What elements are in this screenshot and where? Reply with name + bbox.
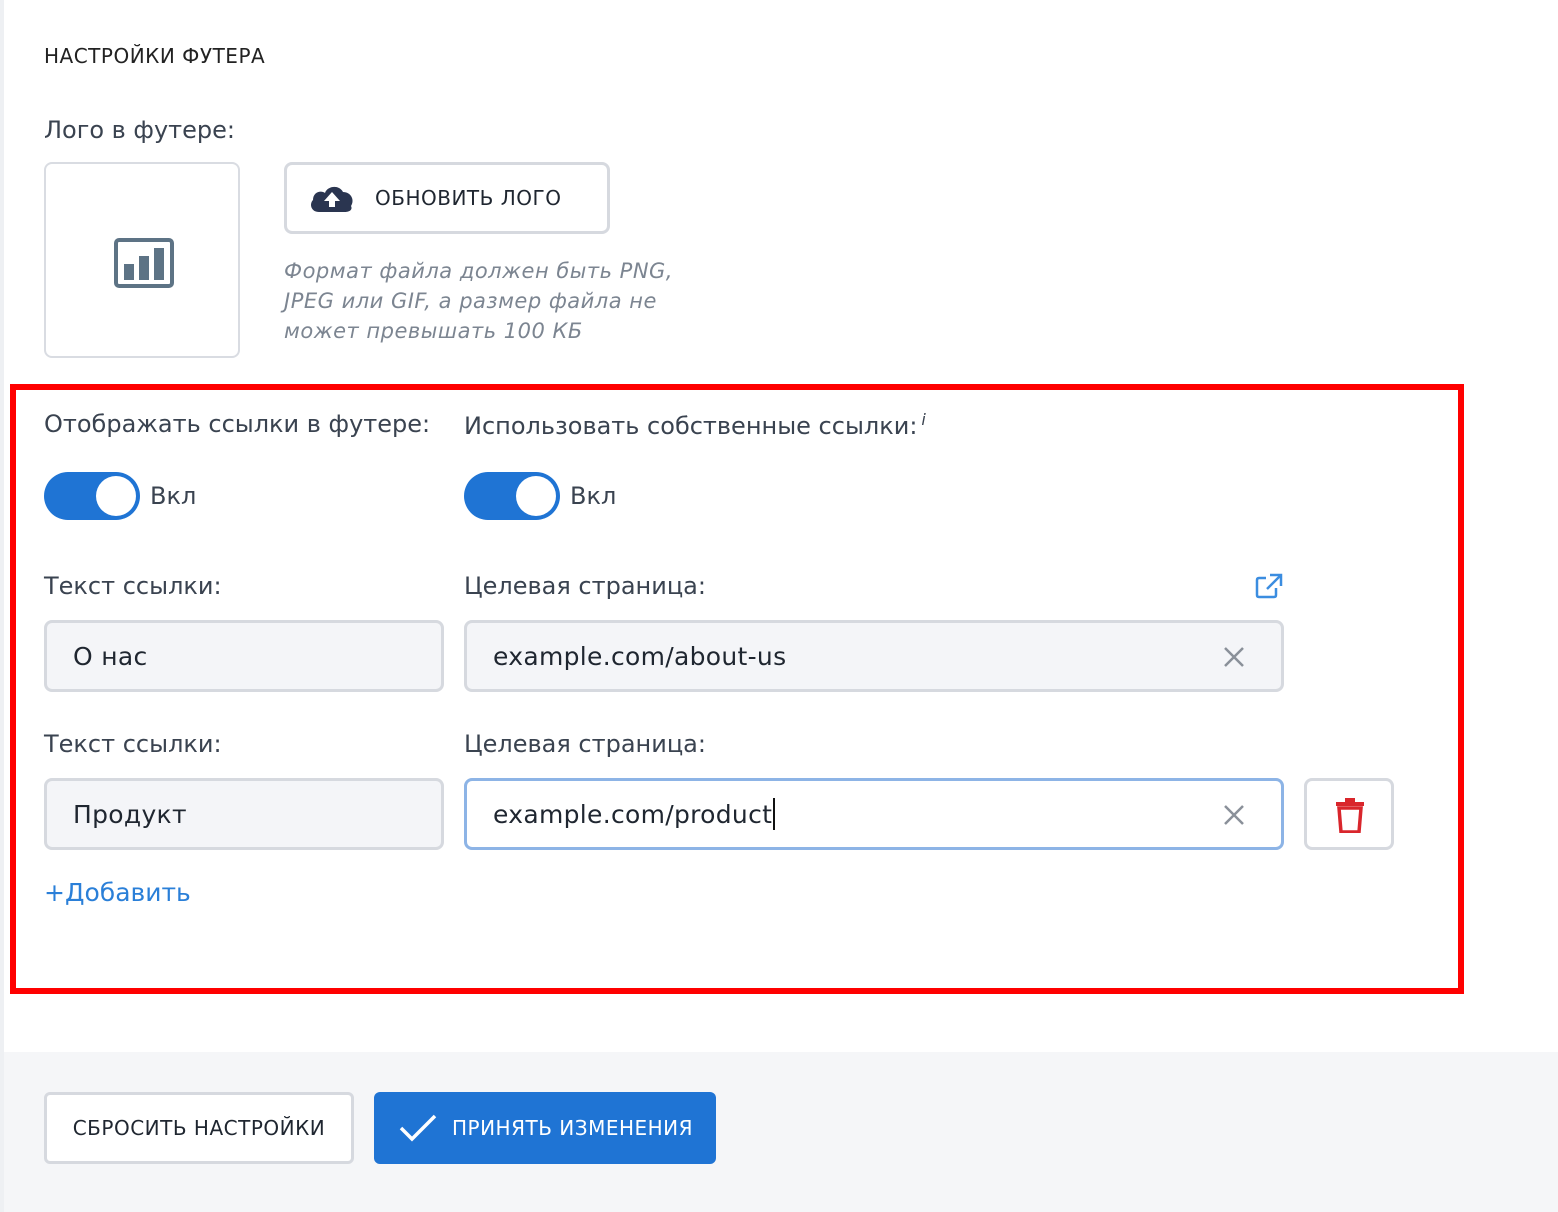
custom-links-label: Использовать собственные ссылки: i xyxy=(464,410,926,440)
custom-links-toggle[interactable] xyxy=(464,472,560,520)
target-page-label: Целевая страница: xyxy=(464,572,706,600)
section-title: НАСТРОЙКИ ФУТЕРА xyxy=(44,44,266,68)
apply-changes-label: ПРИНЯТЬ ИЗМЕНЕНИЯ xyxy=(452,1116,694,1140)
clear-icon[interactable] xyxy=(1223,646,1245,668)
logo-preview xyxy=(44,162,240,358)
target-page-input[interactable]: example.com/about-us xyxy=(464,620,1284,692)
add-link-button[interactable]: +Добавить xyxy=(44,878,191,907)
delete-link-button[interactable] xyxy=(1304,778,1394,850)
left-edge xyxy=(0,0,4,1212)
link-text-value: Продукт xyxy=(73,799,187,829)
apply-changes-button[interactable]: ПРИНЯТЬ ИЗМЕНЕНИЯ xyxy=(374,1092,716,1164)
link-text-label: Текст ссылки: xyxy=(44,730,222,758)
toggle-knob xyxy=(516,476,556,516)
show-links-toggle[interactable] xyxy=(44,472,140,520)
clear-icon[interactable] xyxy=(1223,804,1245,826)
external-link-icon[interactable] xyxy=(1254,572,1284,600)
logo-label: Лого в футере: xyxy=(44,116,235,144)
link-text-label: Текст ссылки: xyxy=(44,572,222,600)
bar-chart-logo-icon xyxy=(114,238,174,288)
target-page-value: example.com/product xyxy=(493,799,773,829)
reset-settings-button[interactable]: СБРОСИТЬ НАСТРОЙКИ xyxy=(44,1092,354,1164)
show-links-label: Отображать ссылки в футере: xyxy=(44,410,431,438)
target-page-input-focused[interactable]: example.com/product xyxy=(464,778,1284,850)
update-logo-label: ОБНОВИТЬ ЛОГО xyxy=(375,186,562,210)
text-caret xyxy=(773,798,776,830)
cloud-upload-icon xyxy=(311,186,353,212)
custom-links-state: Вкл xyxy=(570,482,617,510)
custom-links-label-text: Использовать собственные ссылки: xyxy=(464,412,918,440)
target-page-value: example.com/about-us xyxy=(493,641,787,671)
link-text-value: О нас xyxy=(73,641,148,671)
checkmark-icon xyxy=(399,1114,437,1142)
logo-hint: Формат файла должен быть PNG, JPEG или G… xyxy=(284,259,673,343)
target-page-label: Целевая страница: xyxy=(464,730,706,758)
link-text-input[interactable]: Продукт xyxy=(44,778,444,850)
show-links-state: Вкл xyxy=(150,482,197,510)
trash-icon xyxy=(1336,798,1364,833)
update-logo-button[interactable]: ОБНОВИТЬ ЛОГО xyxy=(284,162,610,234)
toggle-knob xyxy=(96,476,136,516)
link-text-input[interactable]: О нас xyxy=(44,620,444,692)
info-icon[interactable]: i xyxy=(921,410,925,429)
